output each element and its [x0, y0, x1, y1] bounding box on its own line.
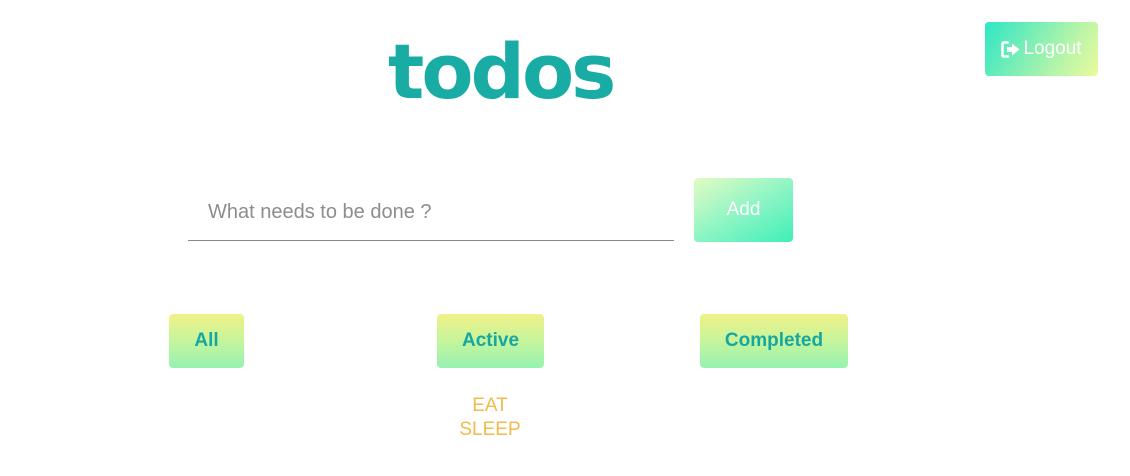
new-todo-input[interactable]: [188, 184, 674, 241]
filter-all-button[interactable]: All: [169, 314, 244, 368]
sign-out-icon: [1001, 40, 1021, 58]
filter-active-button[interactable]: Active: [437, 314, 544, 368]
todo-item[interactable]: EAT: [390, 394, 590, 418]
todo-item[interactable]: SLEEP: [390, 418, 590, 442]
app-title: todos: [388, 27, 616, 116]
todo-app: Logout todos Add All Active Completed EA…: [0, 0, 1130, 476]
logout-label: Logout: [1023, 38, 1082, 59]
add-button[interactable]: Add: [694, 178, 793, 242]
todo-list: EAT SLEEP: [390, 394, 590, 442]
filter-completed-button[interactable]: Completed: [700, 314, 848, 368]
logout-button[interactable]: Logout: [985, 22, 1098, 76]
